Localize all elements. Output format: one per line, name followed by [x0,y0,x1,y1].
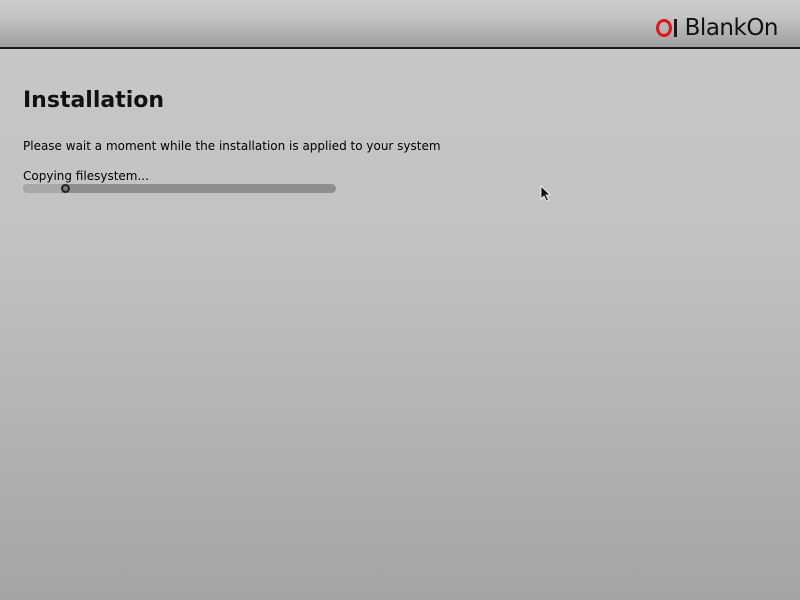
logo-text: BlankOn [684,15,779,41]
install-progress-fill [23,184,64,193]
spinner-icon [61,184,70,193]
page-title: Installation [23,88,165,113]
header-bar: BlankOn [0,0,800,49]
blankon-logo: BlankOn [655,14,779,42]
mouse-pointer-icon [540,185,551,202]
install-description: Please wait a moment while the installat… [23,139,441,153]
blankon-logo-icon [655,19,677,37]
install-status-text: Copying filesystem... [23,169,149,183]
